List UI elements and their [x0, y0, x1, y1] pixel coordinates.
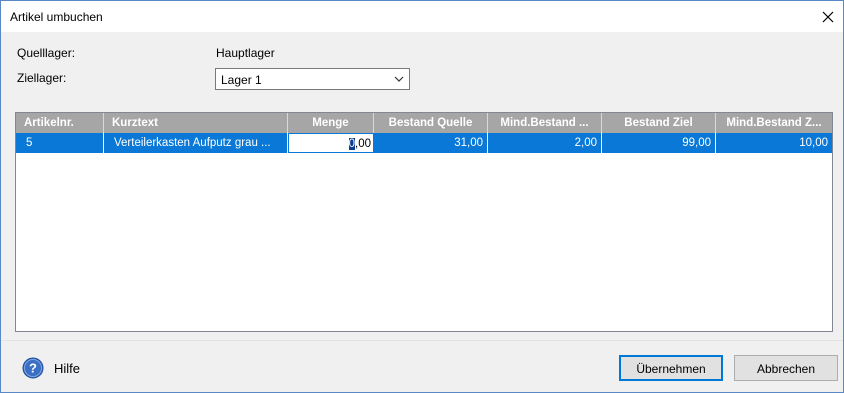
cell-bestand-ziel[interactable]: 99,00: [602, 133, 716, 153]
apply-button[interactable]: Übernehmen: [619, 355, 723, 381]
column-header-kurztext[interactable]: Kurztext: [104, 113, 288, 133]
title-bar: Artikel umbuchen: [1, 1, 843, 32]
grid-header: Artikelnr. Kurztext Menge Bestand Quelle…: [16, 113, 832, 133]
target-warehouse-value: Lager 1: [221, 73, 262, 87]
table-row[interactable]: 5 Verteilerkasten Aufputz grau ... 0,00 …: [16, 133, 832, 153]
column-header-mind-bestand-ziel[interactable]: Mind.Bestand Z...: [716, 113, 832, 133]
column-header-bestand-ziel[interactable]: Bestand Ziel: [602, 113, 716, 133]
source-warehouse-value: Hauptlager: [216, 46, 275, 60]
menge-input[interactable]: 0,00: [288, 133, 374, 153]
cell-kurztext[interactable]: Verteilerkasten Aufputz grau ...: [104, 133, 288, 153]
column-header-mind-bestand-quelle[interactable]: Mind.Bestand ...: [488, 113, 602, 133]
column-header-menge[interactable]: Menge: [288, 113, 374, 133]
target-warehouse-select[interactable]: Lager 1: [215, 68, 410, 90]
cancel-button[interactable]: Abbrechen: [734, 355, 838, 381]
footer-divider: [1, 340, 843, 341]
cell-mind-bestand-quelle[interactable]: 2,00: [488, 133, 602, 153]
articles-grid[interactable]: Artikelnr. Kurztext Menge Bestand Quelle…: [15, 112, 833, 332]
target-warehouse-label: Ziellager:: [17, 71, 67, 85]
column-header-artikelnr[interactable]: Artikelnr.: [16, 113, 104, 133]
window-title: Artikel umbuchen: [10, 10, 103, 24]
help-link[interactable]: Hilfe: [54, 361, 80, 376]
cell-artikelnr[interactable]: 5: [16, 133, 104, 153]
svg-text:?: ?: [29, 361, 37, 376]
menge-rest: ,00: [355, 138, 371, 150]
source-warehouse-label: Quelllager:: [17, 46, 76, 60]
cell-bestand-quelle[interactable]: 31,00: [374, 133, 488, 153]
help-icon[interactable]: ?: [22, 357, 44, 379]
column-header-bestand-quelle[interactable]: Bestand Quelle: [374, 113, 488, 133]
close-button[interactable]: [813, 1, 843, 32]
chevron-down-icon: [394, 76, 404, 82]
close-icon: [822, 11, 834, 22]
cell-mind-bestand-ziel[interactable]: 10,00: [716, 133, 832, 153]
dialog-window: Artikel umbuchen Quelllager: Hauptlager …: [0, 0, 844, 393]
